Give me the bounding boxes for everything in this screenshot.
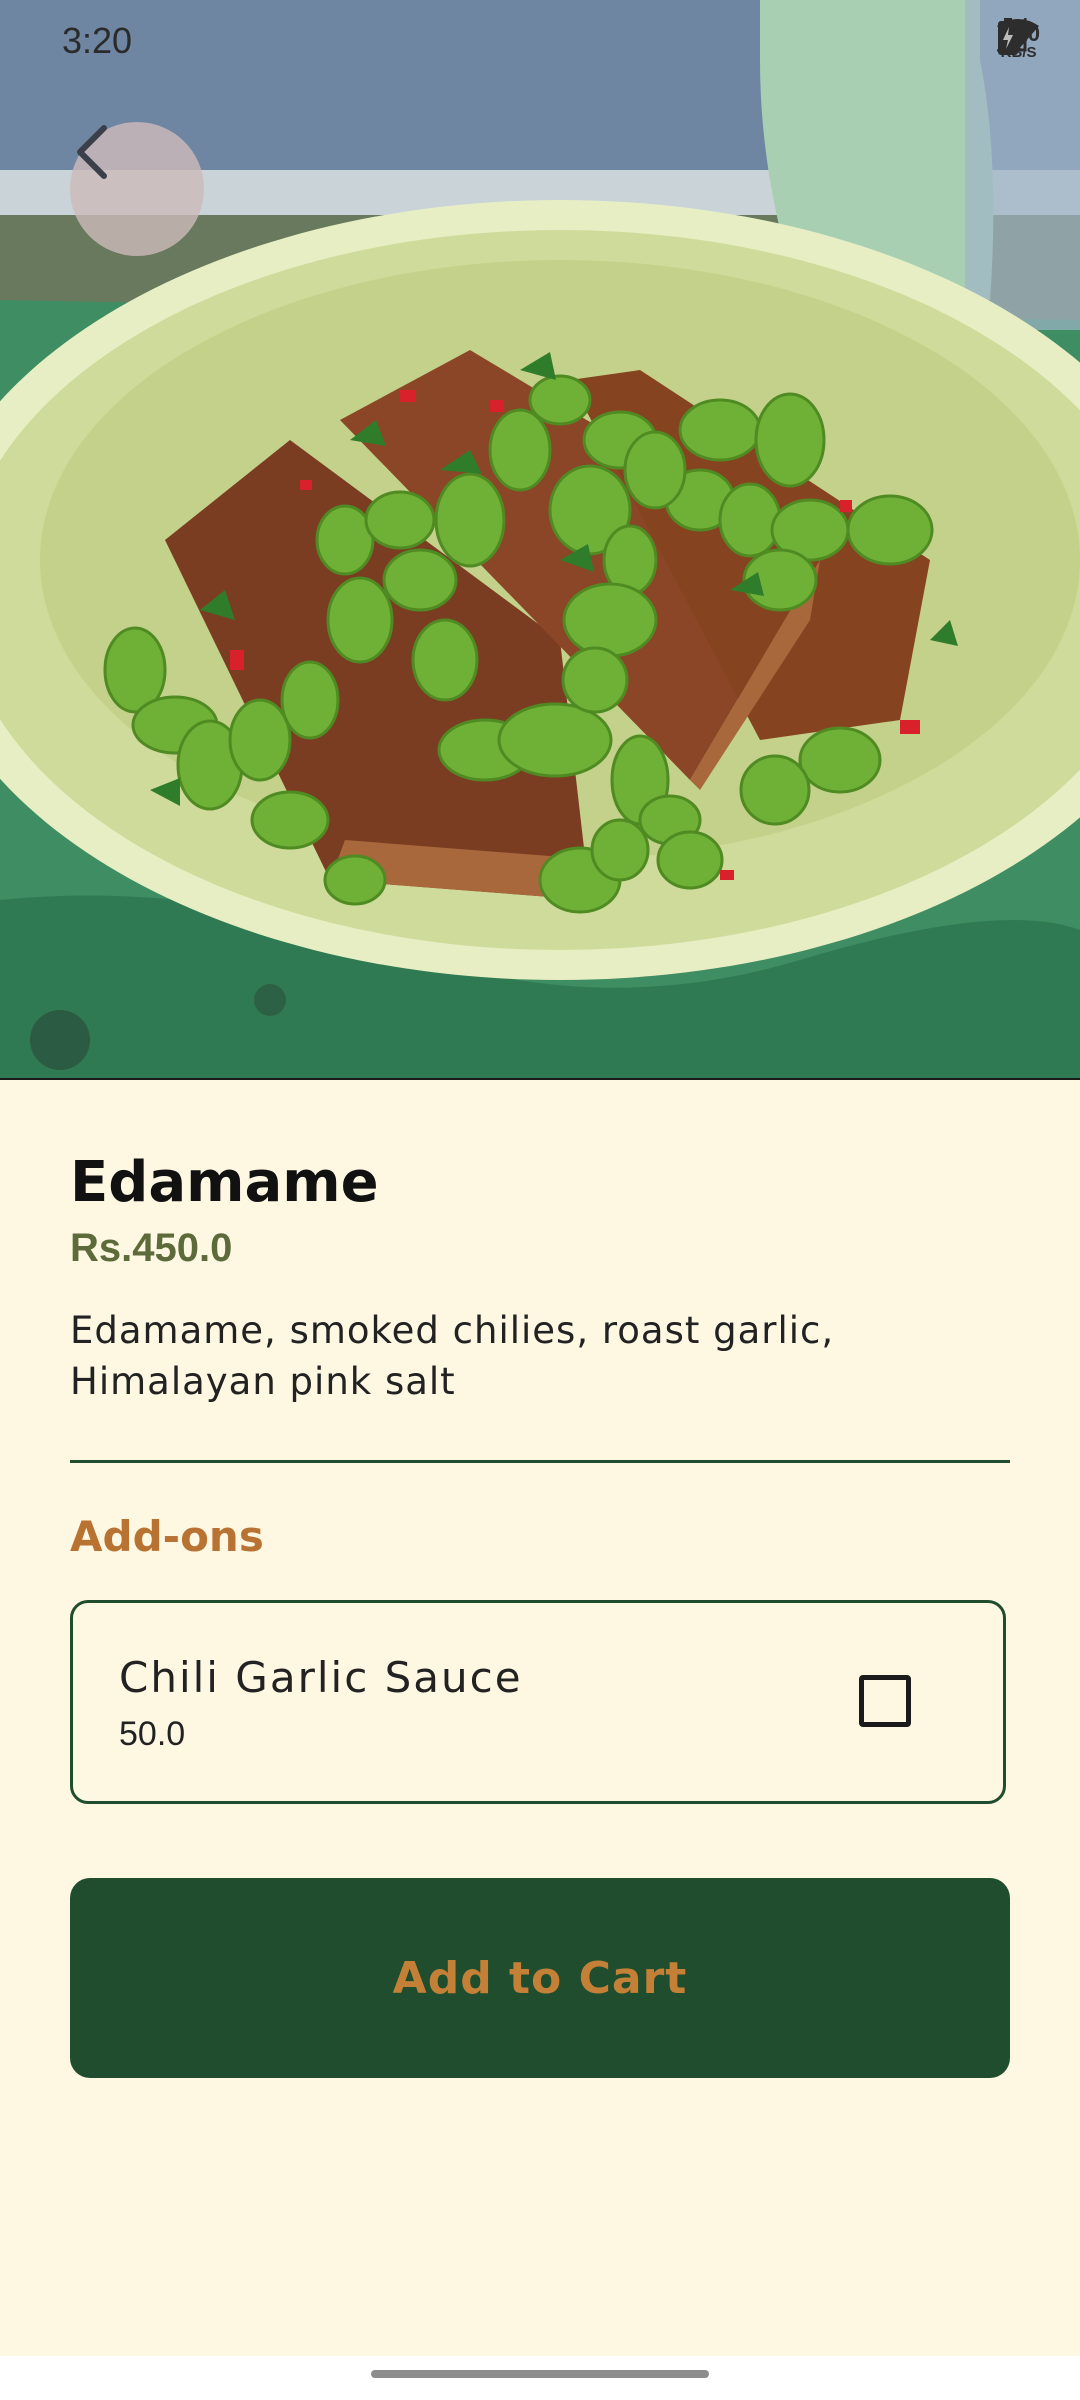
home-indicator[interactable]: [371, 2370, 709, 2378]
add-to-cart-label: Add to Cart: [392, 1952, 688, 2004]
item-price: Rs.450.0: [70, 1226, 233, 1270]
battery-charging-icon: [998, 18, 1019, 55]
addons-heading: Add-ons: [70, 1512, 264, 1561]
item-name: Edamame: [70, 1150, 379, 1215]
food-image: 3:20 0.20 KB/S: [0, 0, 1080, 1080]
addon-checkbox[interactable]: [859, 1675, 911, 1727]
divider: [70, 1460, 1010, 1463]
back-button[interactable]: [70, 122, 204, 256]
addon-name: Chili Garlic Sauce: [119, 1653, 523, 1702]
status-time: 3:20: [62, 20, 133, 61]
addon-price: 50.0: [119, 1715, 186, 1753]
navigation-bar: [0, 2356, 1080, 2400]
add-to-cart-button[interactable]: Add to Cart: [70, 1878, 1010, 2078]
chevron-left-icon: [77, 125, 107, 179]
status-icons: 0.20 KB/S: [997, 18, 1040, 64]
item-description: Edamame, smoked chilies, roast garlic, H…: [70, 1309, 835, 1403]
addon-item[interactable]: Chili Garlic Sauce 50.0: [70, 1600, 1006, 1804]
